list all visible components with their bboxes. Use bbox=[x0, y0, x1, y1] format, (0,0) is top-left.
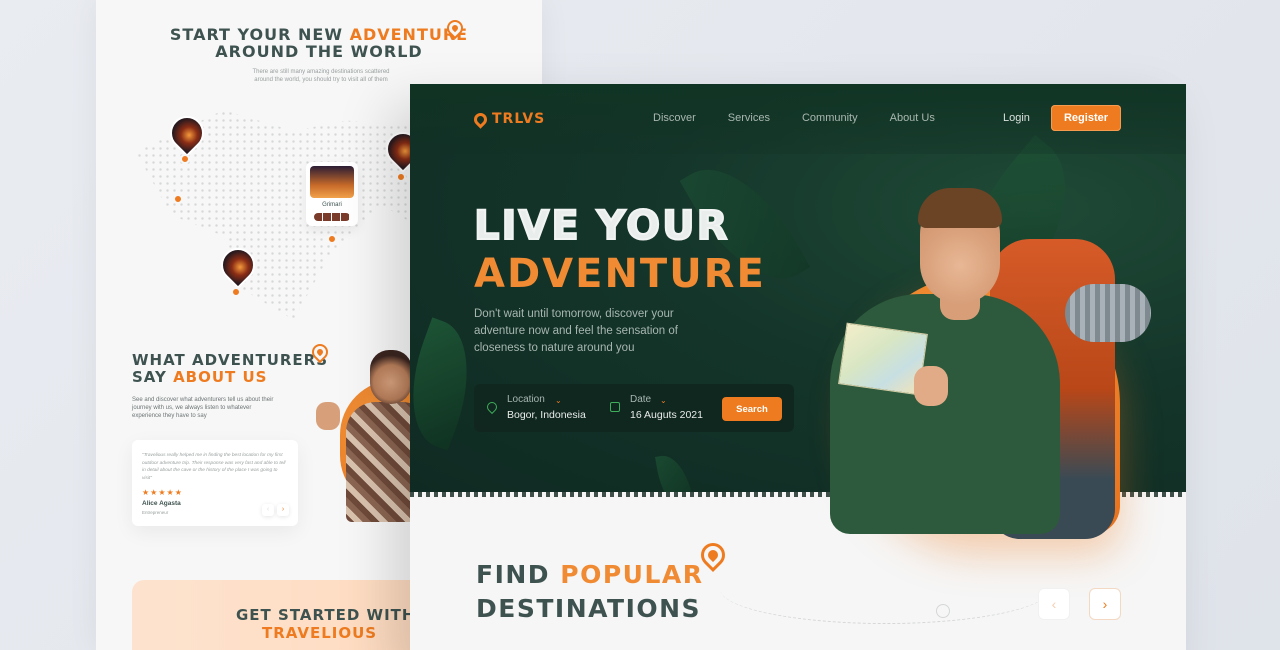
carousel-prev-button[interactable]: ‹ bbox=[1038, 588, 1070, 620]
reviewer-role: Entrepreneur bbox=[142, 510, 169, 515]
testimonial-description: See and discover what adventurers tell u… bbox=[132, 397, 274, 419]
location-label: Location bbox=[507, 394, 545, 405]
destination-image bbox=[310, 166, 354, 198]
find-title-part1: FIND bbox=[476, 560, 561, 589]
reviewer-name: Alice Agasta bbox=[142, 500, 181, 507]
route-endpoint-ring bbox=[936, 604, 950, 618]
find-title-part2: DESTINATIONS bbox=[476, 594, 702, 623]
back-section-title: START YOUR NEW ADVENTURE AROUND THE WORL… bbox=[96, 26, 542, 60]
find-title-accent: POPULAR bbox=[560, 560, 704, 589]
traveler-hair bbox=[918, 188, 1002, 228]
rating-stars-icon: ★★★★★ bbox=[142, 488, 183, 497]
back-section-subtitle: There are still many amazing destination… bbox=[252, 69, 390, 83]
search-button[interactable]: Search bbox=[722, 397, 782, 421]
hero-title-line1: LIVE YOUR bbox=[473, 202, 730, 250]
destination-mini-card[interactable]: Grimari bbox=[306, 162, 358, 226]
leaf-decoration bbox=[655, 451, 695, 497]
thumbs-up-hand bbox=[316, 402, 340, 430]
testimonial-title-accent: ABOUT US bbox=[173, 368, 268, 386]
date-field[interactable]: 16 Auguts 2021 bbox=[630, 409, 703, 421]
visitor-avatars bbox=[314, 213, 350, 221]
nav-community[interactable]: Community bbox=[802, 112, 858, 124]
date-label: Date bbox=[630, 394, 652, 405]
map-pin-dot bbox=[231, 287, 241, 297]
get-started-accent: TRAVELIOUS bbox=[262, 624, 378, 642]
hero-title: LIVE YOUR ADVENTURE bbox=[473, 202, 766, 298]
review-quote: "Travelious really helped me in finding … bbox=[142, 453, 286, 481]
chevron-down-icon[interactable]: ⌄ bbox=[555, 396, 562, 405]
hero-description: Don't wait until tomorrow, discover your… bbox=[474, 308, 678, 354]
popular-destinations-title: FIND POPULAR DESTINATIONS bbox=[476, 558, 704, 626]
brand-name: TRLVS bbox=[492, 111, 546, 127]
location-pin-icon bbox=[484, 399, 500, 415]
destination-name: Grimari bbox=[322, 202, 342, 208]
testimonial-title-part1: WHAT ADVENTURERS bbox=[132, 351, 329, 369]
dashed-route-decoration bbox=[720, 554, 1050, 624]
testimonial-title-part2: SAY bbox=[132, 368, 174, 386]
review-card: "Travelious really helped me in finding … bbox=[132, 440, 298, 526]
chevron-down-icon[interactable]: ⌄ bbox=[660, 396, 667, 405]
map-pin-dot bbox=[180, 154, 190, 164]
nav-about-us[interactable]: About Us bbox=[890, 112, 935, 124]
map-pin-dot bbox=[327, 234, 337, 244]
location-field[interactable]: Bogor, Indonesia bbox=[507, 409, 586, 421]
traveler-hand bbox=[914, 366, 948, 406]
review-prev-button[interactable]: ‹ bbox=[262, 504, 274, 516]
woman-head bbox=[370, 350, 412, 404]
main-nav: Discover Services Community About Us bbox=[653, 112, 935, 124]
review-next-button[interactable]: › bbox=[277, 504, 289, 516]
sleeping-mat bbox=[1065, 284, 1151, 342]
map-pin-dot bbox=[396, 172, 406, 182]
search-bar: Location ⌄ Bogor, Indonesia Date ⌄ 16 Au… bbox=[474, 384, 794, 432]
map-pin-dot bbox=[173, 194, 183, 204]
location-pin-icon bbox=[471, 109, 490, 129]
nav-discover[interactable]: Discover bbox=[653, 112, 696, 124]
landing-page: TRLVS Discover Services Community About … bbox=[410, 84, 1186, 650]
register-button[interactable]: Register bbox=[1051, 105, 1121, 131]
login-link[interactable]: Login bbox=[1003, 112, 1030, 124]
get-started-part1: GET STARTED WITH bbox=[236, 606, 416, 624]
hero-traveler-photo bbox=[830, 184, 1170, 544]
get-started-title: GET STARTED WITH TRAVELIOUS bbox=[236, 606, 415, 642]
brand-logo[interactable]: TRLVS bbox=[471, 109, 546, 129]
calendar-icon bbox=[610, 402, 620, 412]
nav-services[interactable]: Services bbox=[728, 112, 770, 124]
testimonial-title: WHAT ADVENTURERS SAY ABOUT US bbox=[132, 352, 328, 386]
back-title-part2: AROUND THE WORLD bbox=[215, 42, 423, 61]
hero-title-line2: ADVENTURE bbox=[474, 251, 766, 297]
carousel-next-button[interactable]: › bbox=[1089, 588, 1121, 620]
